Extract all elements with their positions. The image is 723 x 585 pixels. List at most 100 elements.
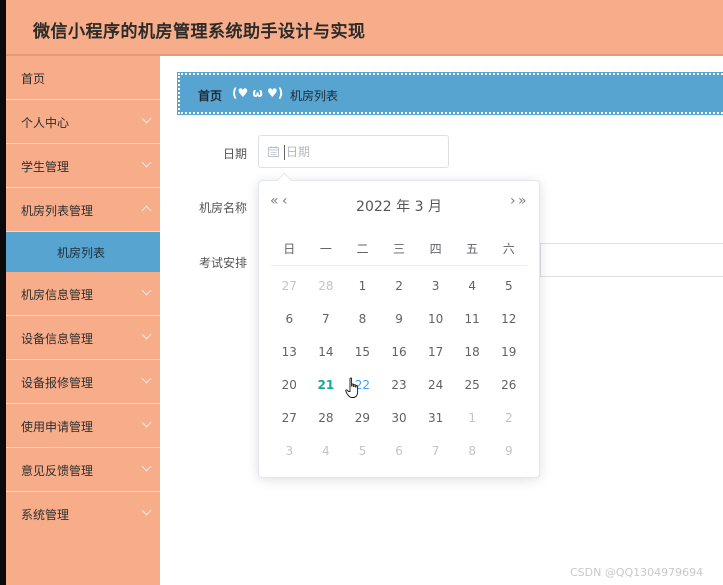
calendar-day-other-month[interactable]: 27 <box>271 270 308 303</box>
calendar-day-other-month[interactable]: 4 <box>308 435 345 468</box>
calendar-day[interactable]: 10 <box>417 303 454 336</box>
sidebar-item-label: 机房信息管理 <box>21 288 94 302</box>
calendar-day[interactable]: 12 <box>490 303 527 336</box>
calendar-day-other-month[interactable]: 28 <box>308 270 345 303</box>
calendar-day-today[interactable]: 21 <box>308 369 345 402</box>
calendar-day-other-month[interactable]: 5 <box>344 435 381 468</box>
weekday-label: 五 <box>466 242 479 256</box>
sidebar-item-label: 首页 <box>21 72 46 86</box>
calendar-day[interactable]: 17 <box>417 336 454 369</box>
chevron-down-icon <box>141 505 152 516</box>
calendar-day[interactable]: 4 <box>454 270 491 303</box>
popup-arrow <box>276 172 293 189</box>
calendar-grid: 日 一 二 三 四 五 六 27 28 1 2 3 4 5 6 7 8 9 10 11 12 13 14 15 1… <box>271 237 527 468</box>
calendar-day-other-month[interactable]: 3 <box>271 435 308 468</box>
room-name-label: 机房名称 <box>198 201 247 215</box>
sidebar-item-label: 机房列表管理 <box>21 204 94 218</box>
calendar-day-other-month[interactable]: 7 <box>417 435 454 468</box>
sidebar: 首页 个人中心 学生管理 机房列表管理 机房列表 机房信息管理 设备信息管理 设… <box>6 56 160 585</box>
weekday-header: 日 一 二 三 四 五 六 <box>271 237 527 266</box>
calendar-day[interactable]: 5 <box>490 270 527 303</box>
sidebar-item-label: 意见反馈管理 <box>21 464 94 478</box>
calendar-day[interactable]: 19 <box>490 336 527 369</box>
calendar-day-other-month[interactable]: 2 <box>490 402 527 435</box>
calendar-day[interactable]: 30 <box>381 402 418 435</box>
next-month-button[interactable]: › <box>510 193 516 209</box>
calendar-day[interactable]: 23 <box>381 369 418 402</box>
calendar-day[interactable]: 27 <box>271 402 308 435</box>
chevron-up-icon <box>141 205 152 216</box>
calendar-day-other-month[interactable]: 1 <box>454 402 491 435</box>
calendar-day[interactable]: 16 <box>381 336 418 369</box>
next-year-button[interactable]: » <box>518 193 527 209</box>
calendar-week-row: 27 28 29 30 31 1 2 <box>271 402 527 435</box>
calendar-day[interactable]: 26 <box>490 369 527 402</box>
calendar-day[interactable]: 6 <box>271 303 308 336</box>
calendar-day[interactable]: 9 <box>381 303 418 336</box>
calendar-day[interactable]: 13 <box>271 336 308 369</box>
sidebar-item-personal-center[interactable]: 个人中心 <box>6 100 160 144</box>
breadcrumb-separator: (♥ ω ♥) <box>232 86 284 100</box>
sidebar-item-room-info-management[interactable]: 机房信息管理 <box>6 272 160 316</box>
text-caret <box>284 145 285 160</box>
calendar-week-row: 6 7 8 9 10 11 12 <box>271 303 527 336</box>
chevron-down-icon <box>141 329 152 340</box>
calendar-day[interactable]: 7 <box>308 303 345 336</box>
calendar-day[interactable]: 31 <box>417 402 454 435</box>
sidebar-item-home[interactable]: 首页 <box>6 56 160 100</box>
picker-header-title: 2022 年 3 月 <box>259 196 539 216</box>
sidebar-item-label: 学生管理 <box>21 160 70 174</box>
calendar-day[interactable]: 18 <box>454 336 491 369</box>
sidebar-item-feedback-management[interactable]: 意见反馈管理 <box>6 448 160 492</box>
sidebar-item-room-list-management[interactable]: 机房列表管理 <box>6 188 160 232</box>
calendar-week-row: 3456789 <box>271 435 527 468</box>
calendar-day[interactable]: 3 <box>417 270 454 303</box>
sidebar-item-device-info-management[interactable]: 设备信息管理 <box>6 316 160 360</box>
weekday-label: 三 <box>393 242 406 256</box>
chevron-down-icon <box>141 113 152 124</box>
date-label: 日期 <box>222 147 247 161</box>
month-label[interactable]: 3 月 <box>415 199 442 215</box>
calendar-day[interactable]: 15 <box>344 336 381 369</box>
chevron-down-icon <box>141 157 152 168</box>
sidebar-item-system-management[interactable]: 系统管理 <box>6 492 160 536</box>
exam-schedule-label: 考试安排 <box>198 256 247 270</box>
breadcrumb-home[interactable]: 首页 <box>198 87 222 104</box>
chevron-down-icon <box>141 417 152 428</box>
sidebar-item-device-repair-management[interactable]: 设备报修管理 <box>6 360 160 404</box>
watermark: CSDN @QQ1304979694 <box>570 566 704 579</box>
calendar-day-other-month[interactable]: 8 <box>454 435 491 468</box>
sidebar-item-label: 设备信息管理 <box>21 332 94 346</box>
calendar-day[interactable]: 2 <box>381 270 418 303</box>
calendar-day-other-month[interactable]: 9 <box>490 435 527 468</box>
exam-schedule-field[interactable] <box>540 243 723 277</box>
calendar-day[interactable]: 14 <box>308 336 345 369</box>
sidebar-item-label: 使用申请管理 <box>21 420 94 434</box>
calendar-day[interactable]: 24 <box>417 369 454 402</box>
chevron-down-icon <box>141 285 152 296</box>
calendar-day[interactable]: 28 <box>308 402 345 435</box>
date-input[interactable] <box>284 144 438 160</box>
calendar-day[interactable]: 8 <box>344 303 381 336</box>
calendar-day[interactable]: 11 <box>454 303 491 336</box>
breadcrumb-current: 机房列表 <box>290 89 339 103</box>
sidebar-item-student-management[interactable]: 学生管理 <box>6 144 160 188</box>
date-field[interactable] <box>258 135 449 168</box>
calendar-week-row: 20 21 22 23 24 25 26 <box>271 369 527 402</box>
sidebar-item-label: 个人中心 <box>21 116 70 130</box>
calendar-day[interactable]: 20 <box>271 369 308 402</box>
sidebar-subitem-room-list[interactable]: 机房列表 <box>6 232 160 272</box>
calendar-body: 27 28 1 2 3 4 5 6 7 8 9 10 11 12 13 14 15 16 17 18 19 20 21 22 2… <box>271 270 527 468</box>
app-title: 微信小程序的机房管理系统助手设计与实现 <box>33 22 366 42</box>
calendar-day[interactable]: 29 <box>344 402 381 435</box>
sidebar-subitem-label: 机房列表 <box>57 246 106 260</box>
breadcrumb: 首页 (♥ ω ♥) 机房列表 <box>177 72 723 115</box>
hand-pointer-icon <box>345 377 359 398</box>
weekday-label: 二 <box>356 242 369 256</box>
calendar-day[interactable]: 25 <box>454 369 491 402</box>
date-picker-popup: « ‹ 2022 年 3 月 › » 日 一 二 三 四 五 六 27 28 1 2 3… <box>258 172 540 478</box>
calendar-day-other-month[interactable]: 6 <box>381 435 418 468</box>
calendar-day[interactable]: 1 <box>344 270 381 303</box>
sidebar-item-usage-request-management[interactable]: 使用申请管理 <box>6 404 160 448</box>
year-label[interactable]: 2022 年 <box>356 199 410 215</box>
